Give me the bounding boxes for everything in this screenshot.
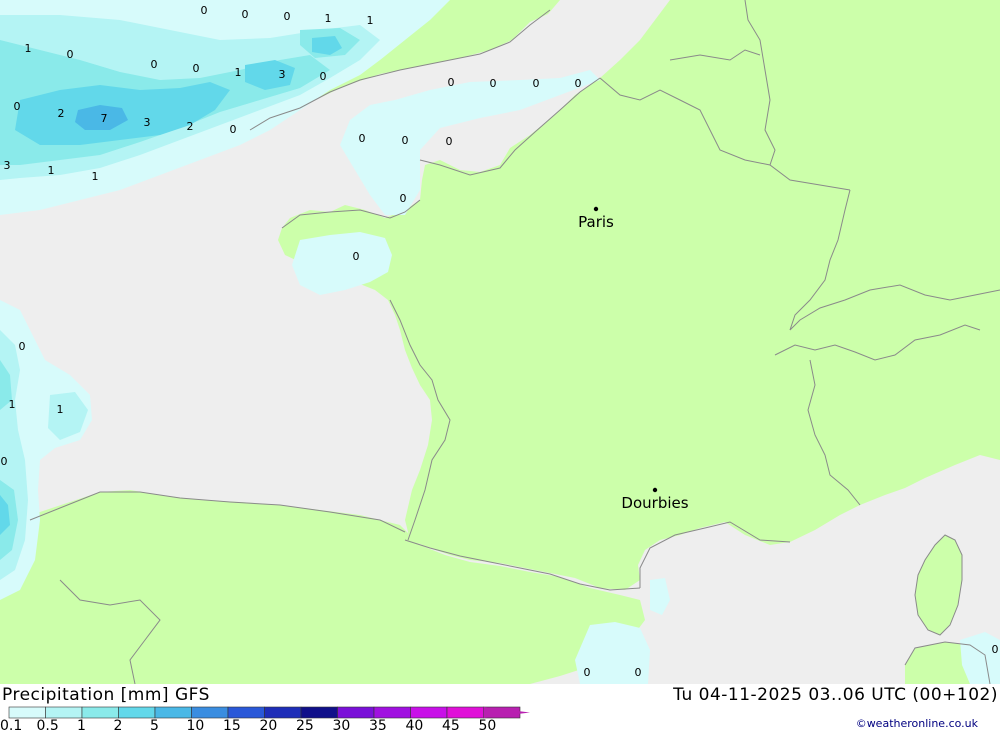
legend-label: 40 (405, 718, 424, 734)
value-label: 0 (359, 132, 366, 145)
legend-swatch (300, 706, 338, 719)
value-label: 1 (92, 170, 99, 183)
value-label: 1 (57, 403, 64, 416)
value-label: 0 (1, 455, 8, 468)
value-label: 0 (67, 48, 74, 61)
legend-label: 5 (150, 718, 159, 734)
value-label: 0 (242, 8, 249, 21)
legend-label: 15 (223, 718, 241, 734)
value-label: 0 (490, 77, 497, 90)
value-label: 0 (201, 4, 208, 17)
city-marker-dourbies (652, 487, 658, 493)
value-label: 0 (284, 10, 291, 23)
value-label: 0 (320, 70, 327, 83)
legend-swatch (45, 706, 83, 719)
legend-label: 45 (442, 718, 460, 734)
value-label: 2 (187, 120, 194, 133)
legend-swatch (410, 706, 448, 719)
value-label: 1 (25, 42, 32, 55)
legend-swatches (8, 706, 530, 719)
value-label: 0 (230, 123, 237, 136)
legend-label: 35 (369, 718, 387, 734)
forecast-datetime: Tu 04-11-2025 03..06 UTC (00+102) (673, 685, 998, 705)
value-label: 1 (9, 398, 16, 411)
credit-link[interactable]: ©weatheronline.co.uk (856, 717, 978, 730)
legend-label: 25 (296, 718, 314, 734)
legend-swatch (154, 706, 192, 719)
legend-label: 2 (113, 718, 123, 734)
value-label: 7 (101, 112, 108, 125)
legend-swatch (8, 706, 46, 719)
value-label: 1 (235, 66, 242, 79)
legend-swatch (337, 706, 375, 719)
value-label: 0 (575, 77, 582, 90)
legend-swatch (264, 706, 302, 719)
legend-swatch (81, 706, 119, 719)
value-label: 0 (635, 666, 642, 679)
legend-label: 0.1 (0, 718, 23, 734)
value-label: 0 (151, 58, 158, 71)
legend-swatch (191, 706, 229, 719)
value-label: 0 (533, 77, 540, 90)
value-label: 3 (279, 68, 286, 81)
legend-label: 1 (77, 718, 86, 734)
value-label: 3 (144, 116, 151, 129)
legend-swatch (227, 706, 265, 719)
value-label: 0 (446, 135, 453, 148)
value-label: 0 (14, 100, 21, 113)
value-label: 0 (448, 76, 455, 89)
value-label: 0 (353, 250, 360, 263)
value-label: 0 (402, 134, 409, 147)
value-label: 2 (58, 107, 65, 120)
city-label-paris: Paris (578, 213, 614, 231)
value-label: 1 (48, 164, 55, 177)
value-label: 0 (584, 666, 591, 679)
legend-label: 30 (332, 718, 351, 734)
legend-swatch (446, 706, 484, 719)
value-label: 1 (367, 14, 374, 27)
legend-label: 10 (186, 718, 205, 734)
legend-swatch (118, 706, 156, 719)
value-label: 3 (4, 159, 11, 172)
legend-label: 20 (259, 718, 278, 734)
value-label: 0 (992, 643, 999, 656)
precipitation-map: Paris Dourbies 0 0 0 1 1 1 0 0 0 1 3 0 0… (0, 0, 1000, 684)
legend-label: 50 (478, 718, 497, 734)
city-marker-paris (593, 206, 599, 212)
value-label: 0 (19, 340, 26, 353)
legend-swatch (373, 706, 411, 719)
value-label: 1 (325, 12, 332, 25)
value-label: 0 (193, 62, 200, 75)
legend-label: 0.5 (36, 718, 59, 734)
value-label: 0 (400, 192, 407, 205)
city-label-dourbies: Dourbies (621, 494, 688, 512)
